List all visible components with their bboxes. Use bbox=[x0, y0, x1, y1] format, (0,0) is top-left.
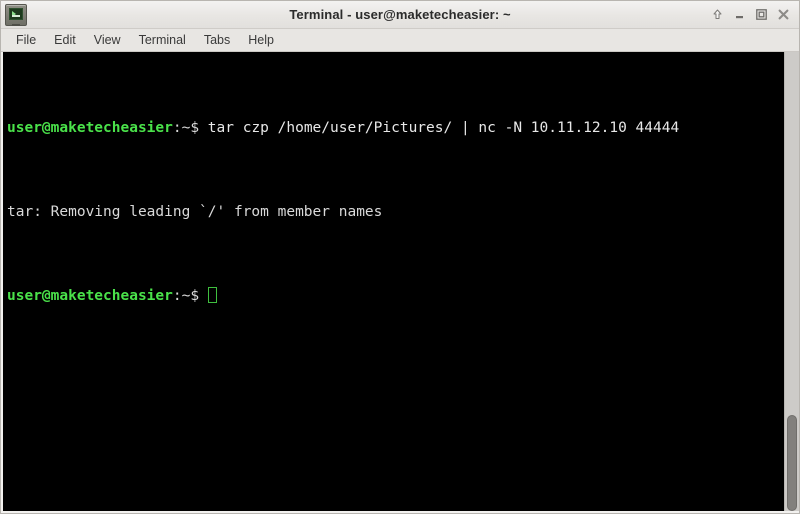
minimize-icon bbox=[736, 16, 743, 19]
menu-item-terminal[interactable]: Terminal bbox=[130, 31, 195, 49]
terminal-line-output: tar: Removing leading `/' from member na… bbox=[7, 202, 784, 223]
maximize-button[interactable] bbox=[751, 4, 772, 26]
prompt-user: user@maketecheasier bbox=[7, 288, 173, 304]
close-button[interactable] bbox=[773, 4, 794, 26]
app-icon-underline bbox=[12, 14, 20, 17]
menu-item-file[interactable]: File bbox=[7, 31, 45, 49]
minimize-button[interactable] bbox=[729, 4, 750, 26]
menu-item-help[interactable]: Help bbox=[239, 31, 283, 49]
app-icon-screen bbox=[9, 7, 23, 20]
close-icon bbox=[778, 9, 789, 20]
menu-item-edit[interactable]: Edit bbox=[45, 31, 85, 49]
terminal-cursor bbox=[207, 287, 217, 303]
prompt-tail: :~$ bbox=[172, 288, 208, 304]
shade-button[interactable] bbox=[707, 4, 728, 26]
terminal-command-text: tar czp /home/user/Pictures/ | nc -N 10.… bbox=[207, 120, 680, 136]
prompt-tail: :~$ bbox=[172, 120, 208, 136]
up-arrow-icon bbox=[713, 9, 722, 19]
title-bar[interactable]: Terminal - user@maketecheasier: ~ bbox=[1, 1, 799, 29]
menu-item-view[interactable]: View bbox=[85, 31, 130, 49]
window-controls bbox=[707, 4, 794, 26]
terminal-line-command: user@maketecheasier:~$ tar czp /home/use… bbox=[7, 118, 784, 139]
prompt-user: user@maketecheasier bbox=[7, 120, 173, 136]
maximize-icon bbox=[756, 9, 767, 20]
terminal-area: user@maketecheasier:~$ tar czp /home/use… bbox=[1, 52, 799, 513]
terminal-line-prompt: user@maketecheasier:~$ bbox=[7, 286, 784, 307]
menu-bar: File Edit View Terminal Tabs Help bbox=[1, 29, 799, 52]
terminal-app-icon bbox=[5, 3, 27, 26]
menu-item-tabs[interactable]: Tabs bbox=[195, 31, 239, 49]
app-icon-base bbox=[12, 23, 20, 26]
scrollbar-thumb[interactable] bbox=[787, 414, 797, 511]
terminal-output-text: tar: Removing leading `/' from member na… bbox=[7, 204, 383, 220]
terminal-scrollbar[interactable] bbox=[784, 52, 799, 511]
terminal-window: Terminal - user@maketecheasier: ~ File E… bbox=[0, 0, 800, 514]
window-title: Terminal - user@maketecheasier: ~ bbox=[289, 7, 511, 22]
terminal-output[interactable]: user@maketecheasier:~$ tar czp /home/use… bbox=[3, 52, 784, 511]
